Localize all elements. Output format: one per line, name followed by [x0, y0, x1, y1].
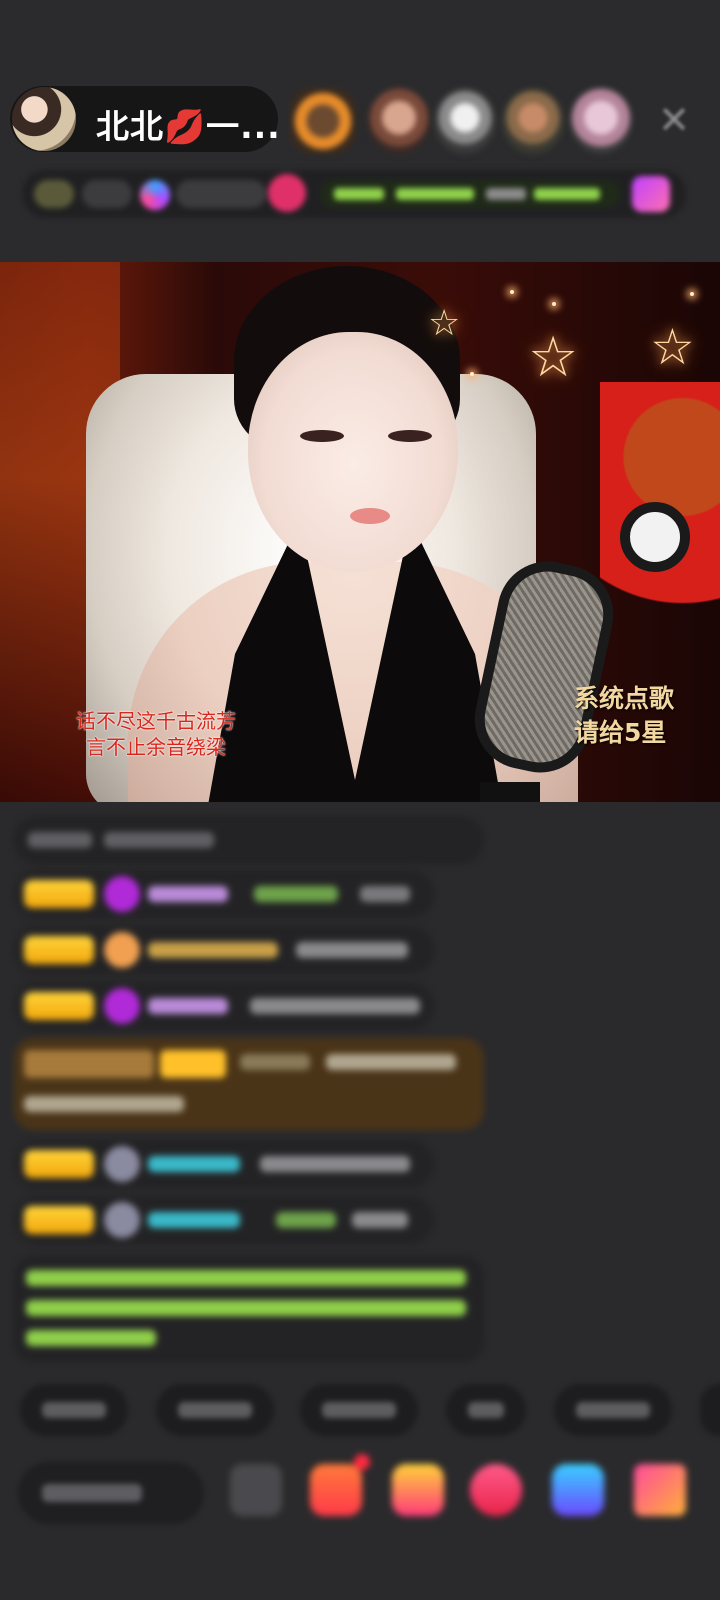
quick-reply-chip[interactable] — [554, 1384, 672, 1436]
lyrics-line-1: 话不尽这千古流芳 — [76, 709, 236, 733]
star-light-icon: ☆ — [428, 303, 461, 344]
bottom-toolbar — [0, 1450, 720, 1600]
chat-message — [14, 982, 434, 1030]
hot-icon[interactable] — [268, 174, 306, 212]
chat-list[interactable] — [0, 802, 720, 1372]
quick-reply-bar[interactable] — [0, 1384, 720, 1440]
chat-message — [14, 1140, 434, 1188]
top-viewer-avatar-2[interactable] — [368, 88, 430, 154]
top-bar: 北北💋一... ✕ — [0, 0, 720, 262]
popularity-text — [176, 180, 266, 208]
live-video[interactable]: ☆ ☆ ☆ 话不尽这千古流芳 言不止余音绕梁 系统点歌 请给5星 — [0, 262, 720, 802]
level-badge — [24, 992, 94, 1020]
level-badge — [24, 1206, 94, 1234]
level-badge — [24, 880, 94, 908]
song-request-note: 系统点歌 请给5星 — [574, 682, 704, 750]
level-badge — [24, 1150, 94, 1178]
top-viewer-avatar-1[interactable] — [290, 88, 356, 154]
like-icon[interactable] — [470, 1464, 522, 1516]
gem-icon — [104, 876, 140, 912]
host-info-pill[interactable]: 北北💋一... — [10, 86, 281, 152]
gem-icon — [104, 988, 140, 1024]
host-name[interactable]: 北北💋一... — [96, 100, 281, 148]
user-avatar-icon — [104, 1202, 140, 1238]
host-avatar[interactable] — [12, 87, 76, 151]
quick-reply-chip[interactable] — [300, 1384, 418, 1436]
chat-message — [14, 870, 434, 918]
more-icon[interactable] — [230, 1464, 282, 1516]
level-badge — [24, 936, 94, 964]
scrolling-announcement[interactable] — [320, 180, 620, 208]
chat-input[interactable] — [18, 1462, 204, 1524]
user-avatar-icon — [104, 1146, 140, 1182]
lyrics-caption: 话不尽这千古流芳 言不止余音绕梁 — [46, 708, 266, 760]
top-viewer-avatar-3[interactable] — [434, 88, 496, 154]
gift-box-icon[interactable] — [310, 1454, 370, 1516]
activity-icon[interactable] — [632, 176, 670, 212]
star-light-icon: ☆ — [528, 325, 579, 390]
quick-reply-chip[interactable] — [700, 1384, 720, 1436]
fan-icon — [104, 932, 140, 968]
rank-text — [82, 180, 132, 208]
chat-message — [14, 1196, 434, 1244]
chat-message-highlighted — [14, 1038, 484, 1130]
song-request-line-1: 系统点歌 — [574, 684, 675, 713]
top-viewer-avatar-4[interactable] — [502, 88, 564, 154]
top-viewer-avatar-5[interactable] — [570, 88, 632, 154]
close-icon[interactable]: ✕ — [652, 98, 696, 142]
chat-message — [14, 816, 484, 864]
lyrics-line-2: 言不止余音绕梁 — [86, 735, 226, 759]
gift-icon[interactable] — [392, 1464, 444, 1516]
system-notice — [14, 1256, 484, 1362]
popularity-icon — [140, 180, 170, 210]
song-request-line-2: 请给5星 — [574, 718, 667, 747]
game-icon[interactable] — [552, 1464, 604, 1516]
rank-badge-icon — [34, 180, 74, 208]
star-light-icon: ☆ — [650, 318, 695, 376]
activity-grid-icon[interactable] — [634, 1464, 686, 1516]
quick-reply-chip[interactable] — [156, 1384, 274, 1436]
quick-reply-chip[interactable] — [20, 1384, 128, 1436]
chat-message — [14, 926, 434, 974]
quick-reply-chip[interactable] — [446, 1384, 526, 1436]
rank-info-bar[interactable] — [22, 170, 686, 218]
